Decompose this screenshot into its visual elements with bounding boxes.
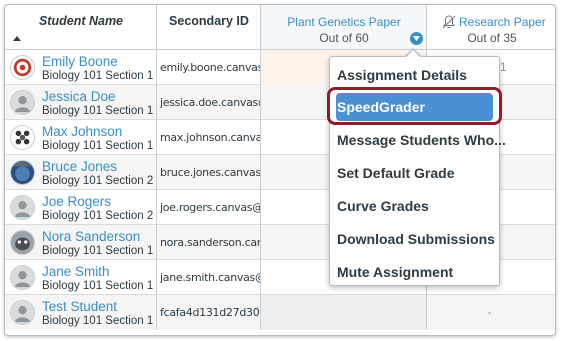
chevron-down-icon[interactable] <box>410 32 423 45</box>
student-cell: Emily Boone Biology 101 Section 1 <box>5 50 157 85</box>
menu-item-message-students[interactable]: Message Students Who... <box>336 126 506 154</box>
menu-item-mute-assignment[interactable]: Mute Assignment <box>336 258 493 286</box>
avatar[interactable] <box>10 55 35 80</box>
assignment-title-link[interactable]: Research Paper <box>459 15 546 29</box>
student-cell: Bruce Jones Biology 101 Section 2 <box>5 155 157 190</box>
student-name-link[interactable]: Joe Rogers <box>42 194 111 209</box>
student-name-link[interactable]: Jessica Doe <box>42 89 116 104</box>
student-section: Biology 101 Section 1 <box>42 315 154 327</box>
secondary-id-value: fcafa4d131d27d30 <box>160 306 260 319</box>
student-cell: Joe Rogers Biology 101 Section 2 <box>5 190 157 225</box>
header-assignment-research-paper[interactable]: Research Paper Out of 35 <box>427 5 555 50</box>
secondary-id-value: jane.smith.canvas@ <box>160 271 261 284</box>
bell-slash-icon <box>442 15 456 29</box>
secondary-id-cell: bruce.jones.canvas <box>157 155 261 190</box>
menu-item-download-submissions[interactable]: Download Submissions <box>336 225 495 253</box>
secondary-id-value: jessica.doe.canvas@ <box>160 96 261 109</box>
assignment-points: Out of 60 <box>319 31 369 45</box>
highlight-annotation <box>327 87 502 125</box>
secondary-id-value: nora.sanderson.car <box>160 236 261 249</box>
secondary-id-header-label: Secondary ID <box>169 14 249 28</box>
assignment-title-link[interactable]: Plant Genetics Paper <box>261 15 427 29</box>
avatar[interactable] <box>10 265 35 290</box>
student-section: Biology 101 Section 1 <box>42 105 154 117</box>
avatar[interactable] <box>10 160 35 185</box>
student-cell: Test Student Biology 101 Section 1 <box>5 295 157 330</box>
student-section: Biology 101 Section 1 <box>42 70 154 82</box>
grade-value: 1 <box>500 60 507 74</box>
avatar[interactable] <box>10 230 35 255</box>
secondary-id-cell: jane.smith.canvas@ <box>157 260 261 295</box>
secondary-id-cell: max.johnson.canva <box>157 120 261 155</box>
student-name-link[interactable]: Max Johnson <box>42 124 122 139</box>
student-name-link[interactable]: Test Student <box>42 299 117 314</box>
student-name-link[interactable]: Bruce Jones <box>42 159 117 174</box>
grade-value: - <box>487 305 492 319</box>
grade-cell[interactable]: - <box>427 295 555 330</box>
dropdown-caret-inner <box>405 50 421 58</box>
avatar[interactable] <box>10 300 35 325</box>
secondary-id-value: max.johnson.canva <box>160 131 261 144</box>
header-student-name[interactable]: Student Name <box>5 5 157 50</box>
secondary-id-cell: nora.sanderson.car <box>157 225 261 260</box>
avatar[interactable] <box>10 195 35 220</box>
student-name-link[interactable]: Jane Smith <box>42 264 110 279</box>
student-section: Biology 101 Section 1 <box>42 140 154 152</box>
secondary-id-value: joe.rogers.canvas@ <box>160 201 261 214</box>
avatar[interactable] <box>10 90 35 115</box>
menu-item-curve-grades[interactable]: Curve Grades <box>336 192 493 220</box>
secondary-id-value: bruce.jones.canvas <box>160 166 261 179</box>
grade-cell[interactable] <box>261 295 427 330</box>
student-name-header-label: Student Name <box>38 14 124 28</box>
student-cell: Jessica Doe Biology 101 Section 1 <box>5 85 157 120</box>
table-row: Test Student Biology 101 Section 1 fcafa… <box>5 295 555 330</box>
header-assignment-plant-genetics[interactable]: Plant Genetics Paper Out of 60 <box>261 5 427 50</box>
student-cell: Nora Sanderson Biology 101 Section 1 <box>5 225 157 260</box>
secondary-id-value: emily.boone.canvas <box>160 61 261 74</box>
student-name-link[interactable]: Nora Sanderson <box>42 229 140 244</box>
sort-ascending-icon[interactable] <box>13 36 21 41</box>
student-section: Biology 101 Section 1 <box>42 245 154 257</box>
secondary-id-cell: jessica.doe.canvas@ <box>157 85 261 120</box>
avatar[interactable] <box>10 125 35 150</box>
student-cell: Max Johnson Biology 101 Section 1 <box>5 120 157 155</box>
student-section: Biology 101 Section 2 <box>42 210 154 222</box>
student-section: Biology 101 Section 2 <box>42 175 154 187</box>
header-secondary-id[interactable]: Secondary ID <box>157 5 261 50</box>
student-name-link[interactable]: Emily Boone <box>42 54 118 69</box>
secondary-id-cell: emily.boone.canvas <box>157 50 261 85</box>
assignment-points: Out of 35 <box>467 31 517 45</box>
student-cell: Jane Smith Biology 101 Section 1 <box>5 260 157 295</box>
student-section: Biology 101 Section 1 <box>42 280 154 292</box>
menu-item-assignment-details[interactable]: Assignment Details <box>336 61 493 89</box>
menu-item-set-default-grade[interactable]: Set Default Grade <box>336 159 493 187</box>
secondary-id-cell: joe.rogers.canvas@ <box>157 190 261 225</box>
secondary-id-cell: fcafa4d131d27d30 <box>157 295 261 330</box>
